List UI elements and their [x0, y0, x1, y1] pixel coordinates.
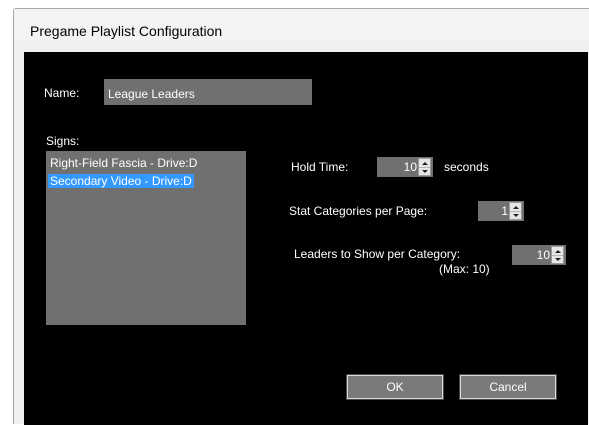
spin-down-icon[interactable] — [510, 211, 521, 219]
spin-down-icon[interactable] — [419, 167, 430, 175]
leaders-per-category-value[interactable]: 10 — [537, 248, 550, 262]
name-label: Name: — [44, 86, 80, 100]
leaders-per-category-label: Leaders to Show per Category: — [294, 247, 461, 261]
stat-categories-value[interactable]: 1 — [501, 204, 508, 218]
dialog-window: Pregame Playlist Configuration Name: Sig… — [13, 8, 589, 425]
leaders-max-note: (Max: 10) — [439, 262, 490, 276]
name-input[interactable] — [104, 79, 312, 105]
hold-time-spin-buttons[interactable] — [418, 158, 431, 176]
hold-time-spinner[interactable]: 10 — [377, 157, 433, 177]
hold-time-label: Hold Time: — [291, 160, 349, 174]
leaders-per-category-spinner[interactable]: 10 — [512, 245, 566, 265]
cancel-button[interactable]: Cancel — [459, 374, 557, 400]
stat-categories-spinner[interactable]: 1 — [478, 201, 524, 221]
spin-down-icon[interactable] — [552, 255, 563, 263]
ok-button[interactable]: OK — [346, 374, 444, 400]
leaders-spin-buttons[interactable] — [551, 246, 564, 264]
signs-listbox[interactable]: Right-Field Fascia - Drive:D Secondary V… — [46, 151, 246, 325]
list-item-sign-right-field-fascia[interactable]: Right-Field Fascia - Drive:D — [48, 156, 199, 170]
stat-categories-label: Stat Categories per Page: — [289, 204, 428, 218]
signs-label: Signs: — [46, 134, 80, 148]
hold-time-unit: seconds — [444, 160, 489, 174]
window-title: Pregame Playlist Configuration — [30, 23, 223, 39]
hold-time-value[interactable]: 10 — [404, 160, 417, 174]
list-item-sign-secondary-video[interactable]: Secondary Video - Drive:D — [48, 174, 194, 188]
stat-categories-spin-buttons[interactable] — [509, 202, 522, 220]
title-bar[interactable]: Pregame Playlist Configuration — [14, 9, 589, 41]
dialog-client-area: Name: Signs: Right-Field Fascia - Drive:… — [24, 52, 588, 425]
